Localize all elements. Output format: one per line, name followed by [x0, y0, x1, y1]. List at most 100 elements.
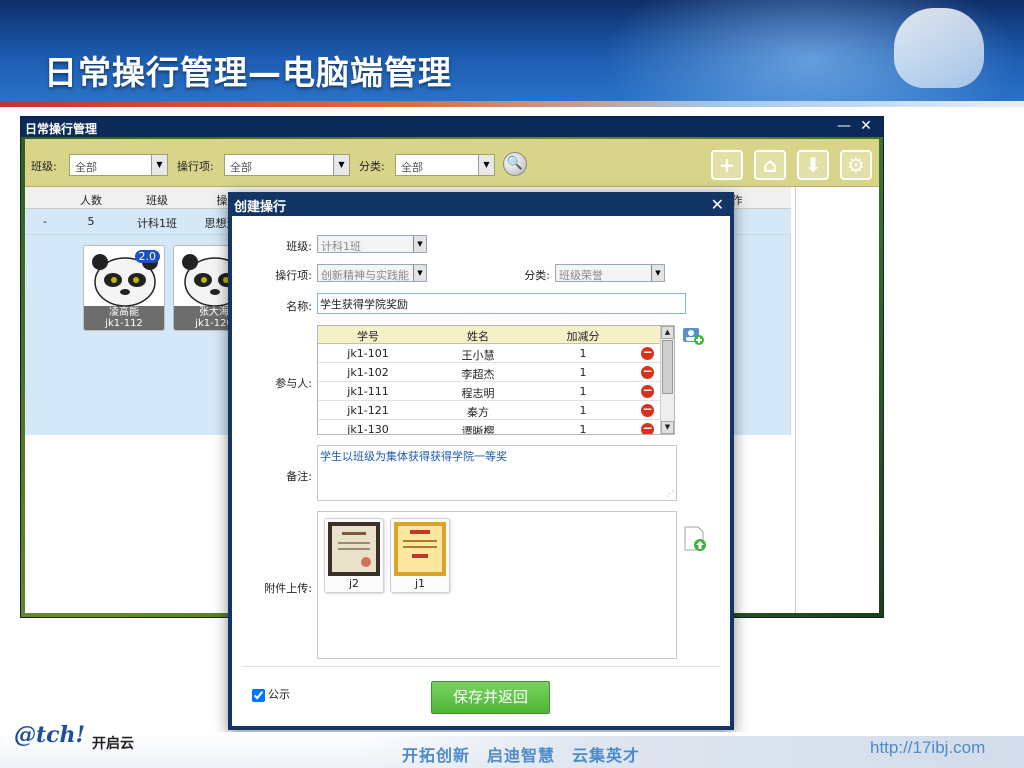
- student-id: jk1-130: [347, 423, 389, 435]
- category-select-value: 班级荣誉: [559, 269, 603, 282]
- header-stripe: [0, 101, 1024, 107]
- chevron-down-icon: ▼: [413, 265, 426, 281]
- attachment-caption: j2: [348, 577, 360, 590]
- remove-icon[interactable]: −: [641, 346, 654, 360]
- filter-toolbar: 班级: 全部 ▼ 操行项: 全部 ▼ 分类: 全部 ▼ 🔍 + ⌂ ⬇ ⚙: [25, 139, 879, 187]
- points: 1: [579, 404, 587, 417]
- column-header[interactable]: 人数: [73, 192, 109, 208]
- class-select[interactable]: 计科1班 ▼: [317, 235, 427, 253]
- save-and-return-button[interactable]: 保存并返回: [431, 681, 550, 714]
- table-row[interactable]: jk1-130 谭晰樱 1 −: [318, 420, 674, 435]
- right-panel: [795, 187, 879, 613]
- publish-label: 公示: [268, 688, 290, 701]
- student-name: 谭晰樱: [461, 425, 495, 435]
- class-label: 班级:: [286, 240, 312, 253]
- item-select[interactable]: 创新精神与实践能 ▼: [317, 264, 427, 282]
- category-filter-value: 全部: [401, 161, 423, 174]
- student-name: 李超杰: [461, 368, 495, 381]
- column-header[interactable]: 学号: [318, 328, 418, 344]
- chevron-down-icon: ▼: [651, 265, 664, 281]
- scroll-up-icon[interactable]: ▲: [661, 326, 674, 339]
- slogan: 开拓创新 启迪智慧 云集英才: [402, 746, 641, 765]
- attachment-caption: j1: [414, 577, 426, 590]
- attachment-area: j2 j1: [317, 511, 677, 659]
- scroll-thumb[interactable]: [662, 340, 673, 394]
- close-icon[interactable]: ✕: [857, 118, 875, 134]
- add-icon[interactable]: +: [711, 150, 743, 180]
- remove-icon[interactable]: −: [641, 365, 654, 379]
- resize-grip-icon[interactable]: ⋰: [666, 489, 674, 498]
- site-link[interactable]: http://17ibj.com: [870, 738, 985, 758]
- participants-scrollbar[interactable]: ▲ ▼: [660, 326, 674, 434]
- student-name: 秦方: [467, 406, 489, 419]
- participants-label: 参与人:: [275, 377, 312, 390]
- search-icon[interactable]: 🔍: [503, 152, 527, 176]
- points: 1: [579, 366, 587, 379]
- row-toggle[interactable]: -: [35, 215, 55, 228]
- window-title: 日常操行管理: [25, 122, 98, 136]
- scroll-down-icon[interactable]: ▼: [661, 421, 674, 434]
- remove-icon[interactable]: −: [641, 403, 654, 417]
- minimize-icon[interactable]: —: [835, 118, 853, 134]
- attachment-label: 附件上传:: [264, 582, 312, 595]
- item-filter-value: 全部: [230, 161, 252, 174]
- item-filter-select[interactable]: 全部 ▼: [224, 154, 350, 176]
- chevron-down-icon: ▼: [151, 155, 167, 175]
- remove-icon[interactable]: −: [641, 384, 654, 398]
- item-label: 操行项:: [275, 269, 312, 282]
- slide-title: 日常操行管理—电脑端管理: [44, 53, 452, 92]
- class-filter-value: 全部: [75, 161, 97, 174]
- column-header[interactable]: 姓名: [418, 328, 538, 344]
- item-select-value: 创新精神与实践能: [321, 269, 409, 282]
- student-name: 程志明: [461, 387, 495, 400]
- column-header[interactable]: 班级: [131, 192, 183, 208]
- upload-icon[interactable]: [683, 526, 707, 552]
- class-filter-label: 班级:: [31, 160, 57, 173]
- participants-table: 学号 姓名 加减分 jk1-101 王小慧 1 − jk1-102 李超杰 1 …: [317, 325, 675, 435]
- note-textarea[interactable]: 学生以班级为集体获得获得学院一等奖: [317, 445, 677, 501]
- slide-header: 日常操行管理—电脑端管理: [0, 0, 1024, 103]
- add-user-icon[interactable]: [683, 326, 705, 346]
- student-nameplate: 凌高能 jk1-112: [84, 306, 164, 330]
- chevron-down-icon: ▼: [333, 155, 349, 175]
- name-input[interactable]: [317, 293, 686, 314]
- category-label: 分类:: [524, 269, 550, 282]
- attachment-thumbnail[interactable]: j2: [324, 518, 384, 593]
- student-id: jk1-111: [347, 385, 389, 398]
- student-name: 凌高能: [109, 307, 139, 318]
- certificate-image: [394, 522, 446, 576]
- home-icon[interactable]: ⌂: [754, 150, 786, 180]
- attachment-thumbnail[interactable]: j1: [390, 518, 450, 593]
- remove-icon[interactable]: −: [641, 422, 654, 434]
- category-select[interactable]: 班级荣誉 ▼: [555, 264, 665, 282]
- table-row[interactable]: jk1-102 李超杰 1 −: [318, 363, 674, 382]
- class-filter-select[interactable]: 全部 ▼: [69, 154, 168, 176]
- dialog-titlebar: 创建操行 ✕: [228, 192, 734, 216]
- category-filter-select[interactable]: 全部 ▼: [395, 154, 495, 176]
- dialog-separator: [242, 666, 720, 667]
- brand-logo: @tch!: [14, 722, 86, 748]
- student-id: jk1-121: [347, 404, 389, 417]
- mouse-illustration: [894, 8, 984, 88]
- dialog-title: 创建操行: [234, 200, 287, 215]
- table-row[interactable]: jk1-111 程志明 1 −: [318, 382, 674, 401]
- create-record-dialog: 创建操行 ✕ 班级: 计科1班 ▼ 操行项: 创新精神与实践能 ▼ 分类: 班级…: [228, 192, 734, 730]
- brand-name: 开启云: [92, 736, 134, 752]
- points: 1: [579, 347, 587, 360]
- column-header[interactable]: 加减分: [538, 328, 628, 344]
- points: 1: [579, 423, 587, 435]
- cell-class: 计科1班: [137, 217, 177, 230]
- download-icon[interactable]: ⬇: [797, 150, 829, 180]
- publish-checkbox[interactable]: 公示: [252, 686, 290, 702]
- close-icon[interactable]: ✕: [711, 195, 724, 214]
- publish-checkbox-input[interactable]: [252, 688, 265, 702]
- settings-icon[interactable]: ⚙: [840, 150, 872, 180]
- note-label: 备注:: [286, 470, 312, 483]
- student-card[interactable]: 2.0 凌高能 jk1-112: [83, 245, 165, 331]
- item-filter-label: 操行项:: [177, 160, 214, 173]
- window-titlebar: 日常操行管理 — ✕: [21, 117, 883, 137]
- table-row[interactable]: jk1-121 秦方 1 −: [318, 401, 674, 420]
- name-label: 名称:: [286, 300, 312, 313]
- participants-header: 学号 姓名 加减分: [318, 326, 674, 344]
- table-row[interactable]: jk1-101 王小慧 1 −: [318, 344, 674, 363]
